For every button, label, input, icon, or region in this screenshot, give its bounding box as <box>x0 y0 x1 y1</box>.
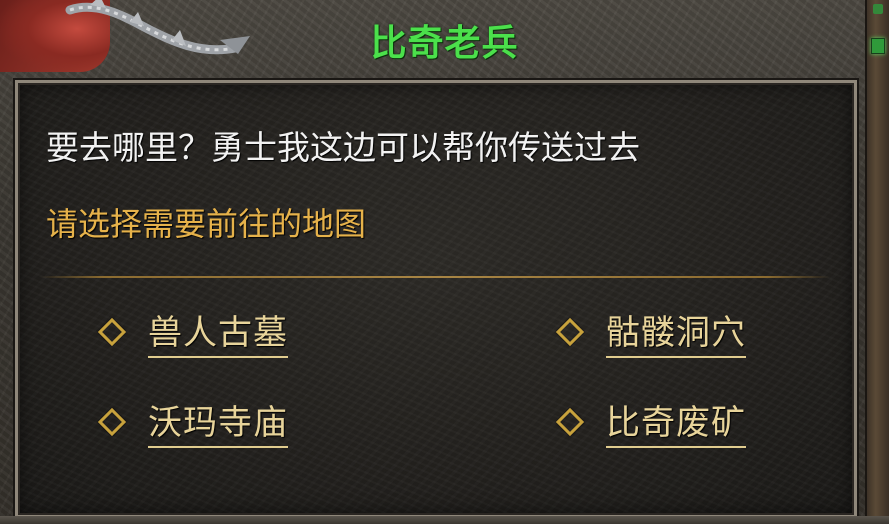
destination-option-shouren-gumu[interactable]: 兽人古墓 <box>97 305 288 358</box>
diamond-bullet-icon <box>97 407 127 436</box>
destination-label[interactable]: 比奇废矿 <box>606 395 746 448</box>
diamond-bullet-icon <box>555 407 585 436</box>
destination-option-woma-simiao[interactable]: 沃玛寺庙 <box>97 395 288 448</box>
diamond-bullet-icon <box>97 317 127 346</box>
frame-bottom-edge <box>0 516 889 524</box>
destination-label[interactable]: 骷髅洞穴 <box>606 305 746 358</box>
green-gem-icon <box>873 4 883 14</box>
npc-name-title: 比奇老兵 <box>370 23 519 64</box>
destination-option-kulou-dongxue[interactable]: 骷髅洞穴 <box>555 305 746 358</box>
dialog-message: 要去哪里？勇士我这边可以帮你传送过去 <box>46 128 640 167</box>
dialog-panel: 要去哪里？勇士我这边可以帮你传送过去 请选择需要前往的地图 兽人古墓 骷髅洞穴 … <box>15 80 857 518</box>
divider <box>40 276 830 278</box>
dialog-prompt: 请选择需要前往的地图 <box>46 205 367 243</box>
diamond-bullet-icon <box>555 317 585 346</box>
destination-option-biqi-feikuang[interactable]: 比奇废矿 <box>555 395 746 448</box>
side-strip <box>865 0 889 524</box>
destination-label[interactable]: 兽人古墓 <box>148 305 288 358</box>
destination-label[interactable]: 沃玛寺庙 <box>148 395 288 448</box>
